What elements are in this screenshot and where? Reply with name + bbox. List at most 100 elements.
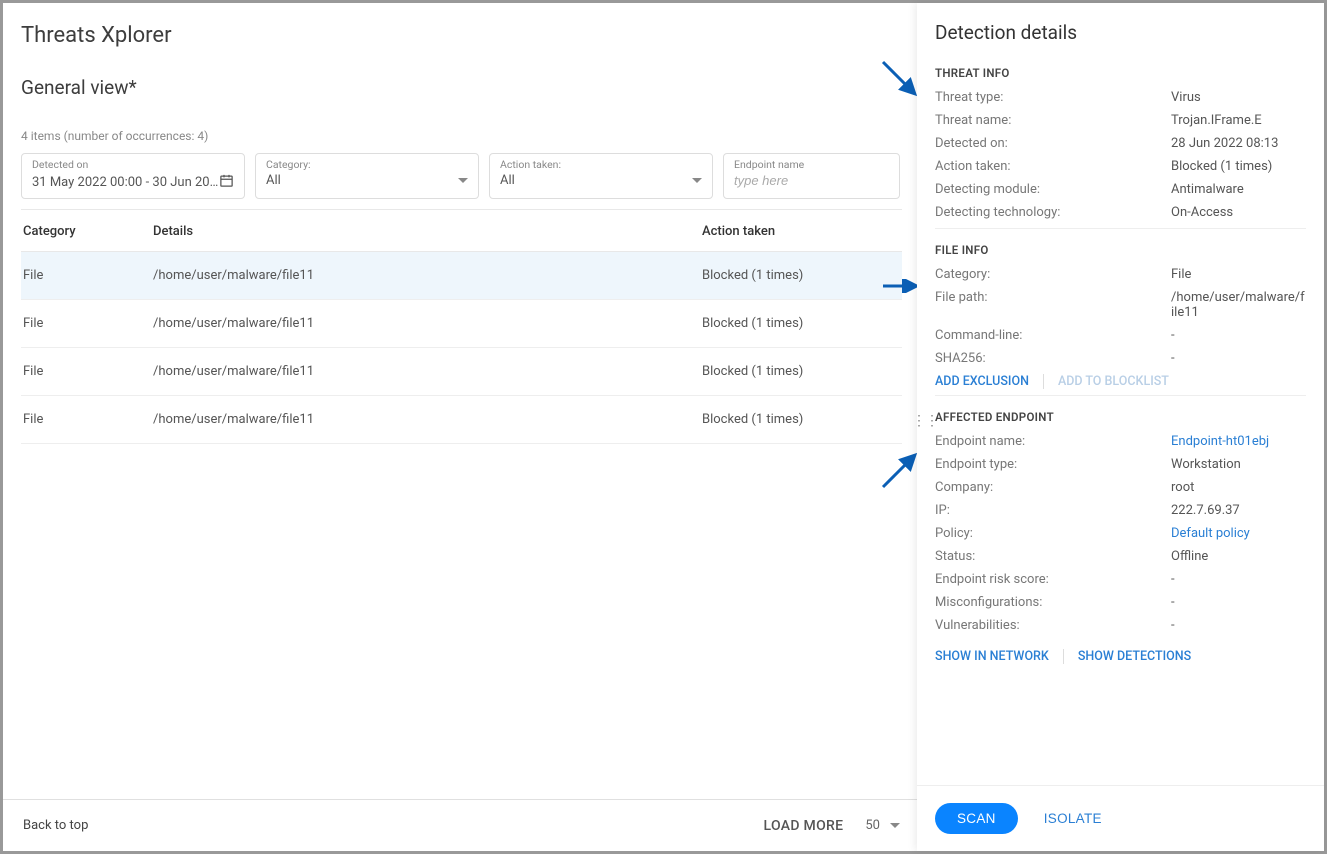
add-exclusion-button[interactable]: ADD EXCLUSION [935, 374, 1044, 389]
side-footer: SCAN ISOLATE [917, 785, 1324, 851]
items-count: 4 items (number of occurrences: 4) [21, 129, 902, 143]
kv-val: Antimalware [1171, 182, 1306, 197]
kv-val: - [1171, 595, 1306, 610]
kv-val: - [1171, 618, 1306, 633]
kv-key: Action taken: [935, 159, 1171, 174]
kv-val: root [1171, 480, 1306, 495]
cell-details: /home/user/malware/file11 [153, 316, 702, 331]
page-title: Threats Xplorer [21, 23, 902, 48]
filter-category[interactable]: Category: All [255, 153, 479, 199]
drag-handle-icon[interactable]: ⋮⋮ [912, 419, 938, 423]
kv-key: Endpoint name: [935, 434, 1171, 449]
filter-label: Action taken: [500, 158, 702, 171]
cell-category: File [21, 316, 153, 331]
page-size-value: 50 [865, 818, 880, 833]
table-row[interactable]: File /home/user/malware/file11 Blocked (… [21, 252, 902, 300]
show-in-network-button[interactable]: SHOW IN NETWORK [935, 649, 1064, 664]
kv-key: Category: [935, 267, 1171, 282]
kv-key: Misconfigurations: [935, 595, 1171, 610]
cell-details: /home/user/malware/file11 [153, 268, 702, 283]
kv-key: Threat type: [935, 90, 1171, 105]
filter-action-taken[interactable]: Action taken: All [489, 153, 713, 199]
kv-val: /home/user/malware/file11 [1171, 290, 1306, 320]
cell-action: Blocked (1 times) [702, 268, 902, 283]
chevron-down-icon [692, 178, 702, 183]
kv-key: File path: [935, 290, 1171, 320]
kv-key: Detected on: [935, 136, 1171, 151]
filter-value: All [500, 173, 515, 188]
scan-button[interactable]: SCAN [935, 803, 1018, 834]
cell-category: File [21, 268, 153, 283]
table-row[interactable]: File /home/user/malware/file11 Blocked (… [21, 396, 902, 444]
filter-label: Category: [266, 158, 468, 171]
kv-val: Offline [1171, 549, 1306, 564]
filter-endpoint-name[interactable]: Endpoint name [723, 153, 900, 199]
cell-action: Blocked (1 times) [702, 364, 902, 379]
col-category: Category [21, 224, 153, 239]
calendar-icon [219, 173, 234, 192]
endpoint-actions: SHOW IN NETWORK SHOW DETECTIONS [935, 649, 1306, 664]
sub-title: General view* [21, 76, 902, 99]
kv-val: - [1171, 351, 1306, 366]
side-title: Detection details [935, 21, 1306, 44]
kv-key: Detecting technology: [935, 205, 1171, 220]
file-info-header: FILE INFO [935, 239, 1306, 257]
kv-val: 222.7.69.37 [1171, 503, 1306, 518]
filter-label: Endpoint name [734, 158, 889, 171]
kv-key: Detecting module: [935, 182, 1171, 197]
divider [935, 395, 1306, 396]
kv-key: Company: [935, 480, 1171, 495]
kv-key: Command-line: [935, 328, 1171, 343]
chevron-down-icon [890, 823, 900, 828]
main-panel: Threats Xplorer General view* 4 items (n… [3, 3, 920, 851]
kv-val: Trojan.IFrame.E [1171, 113, 1306, 128]
affected-endpoint-header: AFFECTED ENDPOINT [935, 406, 1306, 424]
kv-val: Blocked (1 times) [1171, 159, 1306, 174]
show-detections-button[interactable]: SHOW DETECTIONS [1064, 649, 1205, 664]
kv-key: Endpoint risk score: [935, 572, 1171, 587]
kv-val: - [1171, 572, 1306, 587]
kv-val: Virus [1171, 90, 1306, 105]
file-actions: ADD EXCLUSION ADD TO BLOCKLIST [935, 374, 1306, 389]
filter-value: 31 May 2022 00:00 - 30 Jun 202... [32, 175, 219, 190]
load-more-button[interactable]: LOAD MORE [764, 818, 844, 834]
endpoint-name-input[interactable] [734, 173, 889, 188]
kv-val: File [1171, 267, 1306, 282]
add-to-blocklist-button: ADD TO BLOCKLIST [1044, 374, 1183, 389]
kv-key: Endpoint type: [935, 457, 1171, 472]
cell-details: /home/user/malware/file11 [153, 364, 702, 379]
cell-action: Blocked (1 times) [702, 316, 902, 331]
filter-label: Detected on [32, 158, 234, 171]
threat-info-header: THREAT INFO [935, 62, 1306, 80]
back-to-top-link[interactable]: Back to top [23, 818, 88, 833]
filters-row: Detected on 31 May 2022 00:00 - 30 Jun 2… [21, 153, 902, 199]
detection-details-panel: ⋮⋮ Detection details THREAT INFO Threat … [917, 3, 1324, 851]
kv-val: On-Access [1171, 205, 1306, 220]
kv-val: 28 Jun 2022 08:13 [1171, 136, 1306, 151]
kv-key: Policy: [935, 526, 1171, 541]
table-row[interactable]: File /home/user/malware/file11 Blocked (… [21, 300, 902, 348]
kv-val: - [1171, 328, 1306, 343]
filter-value: All [266, 173, 281, 188]
policy-link[interactable]: Default policy [1171, 526, 1250, 541]
col-action: Action taken [702, 224, 902, 239]
page-size-select[interactable]: 50 [865, 818, 900, 833]
filter-detected-on[interactable]: Detected on 31 May 2022 00:00 - 30 Jun 2… [21, 153, 245, 199]
footer-bar: Back to top LOAD MORE 50 [3, 799, 920, 851]
cell-category: File [21, 364, 153, 379]
table-header: Category Details Action taken [21, 209, 902, 252]
kv-val: Workstation [1171, 457, 1306, 472]
kv-key: IP: [935, 503, 1171, 518]
kv-key: Vulnerabilities: [935, 618, 1171, 633]
chevron-down-icon [458, 178, 468, 183]
table-row[interactable]: File /home/user/malware/file11 Blocked (… [21, 348, 902, 396]
cell-details: /home/user/malware/file11 [153, 412, 702, 427]
endpoint-name-link[interactable]: Endpoint-ht01ebj [1171, 434, 1269, 449]
kv-key: Status: [935, 549, 1171, 564]
load-more-area: LOAD MORE 50 [764, 818, 900, 834]
col-details: Details [153, 224, 702, 239]
isolate-button[interactable]: ISOLATE [1044, 811, 1102, 826]
divider [935, 228, 1306, 229]
kv-key: Threat name: [935, 113, 1171, 128]
cell-action: Blocked (1 times) [702, 412, 902, 427]
